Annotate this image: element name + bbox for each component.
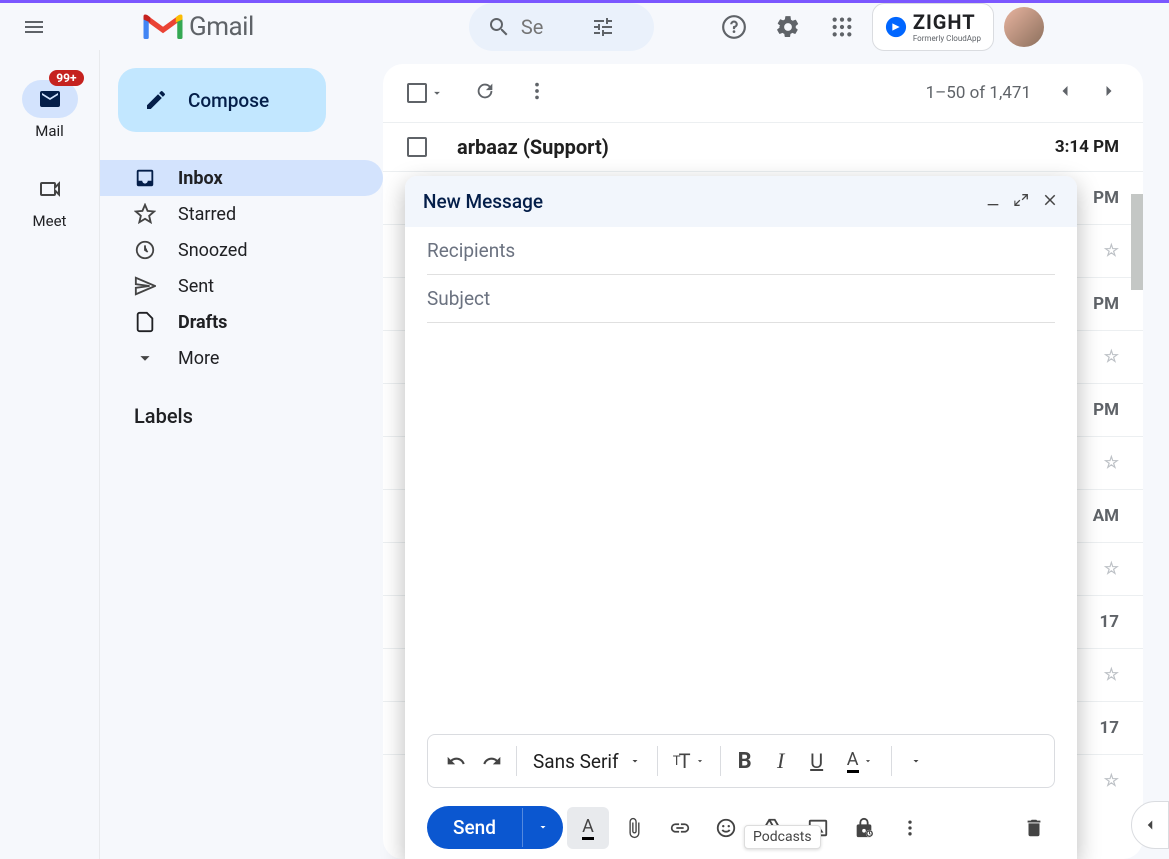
labels-header: Labels bbox=[100, 376, 383, 428]
help-icon[interactable] bbox=[714, 7, 754, 47]
format-more-button[interactable] bbox=[898, 743, 934, 779]
formatting-toggle-button[interactable]: A bbox=[567, 807, 609, 849]
next-page-button[interactable] bbox=[1099, 81, 1119, 106]
star-icon[interactable]: ☆ bbox=[1104, 559, 1119, 579]
select-all-checkbox[interactable] bbox=[407, 83, 444, 103]
refresh-button[interactable] bbox=[474, 80, 496, 106]
row-checkbox[interactable] bbox=[407, 137, 427, 157]
meet-icon bbox=[22, 170, 78, 208]
subject-field[interactable]: Subject bbox=[427, 275, 1055, 323]
nav-drafts[interactable]: Drafts bbox=[100, 304, 383, 340]
zight-sub: Formerly CloudApp bbox=[913, 34, 981, 43]
redo-button[interactable] bbox=[474, 743, 510, 779]
compose-title: New Message bbox=[423, 190, 543, 213]
star-icon[interactable]: ☆ bbox=[1104, 347, 1119, 367]
account-avatar[interactable] bbox=[1004, 7, 1044, 47]
search-options-icon[interactable] bbox=[581, 15, 625, 39]
more-actions-button[interactable] bbox=[526, 80, 548, 106]
send-button[interactable]: Send bbox=[427, 806, 522, 849]
chevron-down-icon[interactable] bbox=[430, 86, 444, 100]
compose-label: Compose bbox=[188, 89, 269, 112]
font-size-button[interactable]: TT bbox=[664, 743, 714, 779]
prev-page-button[interactable] bbox=[1055, 81, 1075, 106]
compose-body[interactable] bbox=[405, 323, 1077, 734]
mail-icon: 99+ bbox=[22, 80, 78, 118]
nav-sent[interactable]: Sent bbox=[100, 268, 383, 304]
chevron-down-icon bbox=[134, 347, 156, 369]
gmail-wordmark: Gmail bbox=[189, 12, 254, 42]
main-menu-button[interactable] bbox=[10, 3, 58, 51]
nav-starred[interactable]: Starred bbox=[100, 196, 383, 232]
search-bar[interactable] bbox=[469, 3, 654, 51]
star-icon[interactable]: ☆ bbox=[1104, 453, 1119, 473]
pencil-icon bbox=[144, 88, 168, 112]
mail-sender: arbaaz (Support) bbox=[457, 135, 1025, 159]
apps-icon[interactable] bbox=[822, 7, 862, 47]
nav-inbox[interactable]: Inbox bbox=[100, 160, 383, 196]
clock-icon bbox=[134, 239, 156, 261]
zight-name: ZIGHT bbox=[913, 10, 981, 34]
text-color-button[interactable]: A bbox=[835, 743, 885, 779]
settings-icon[interactable] bbox=[768, 7, 808, 47]
rail-mail[interactable]: 99+ Mail bbox=[22, 80, 78, 140]
star-icon bbox=[134, 203, 156, 225]
send-options-button[interactable] bbox=[522, 808, 563, 847]
star-icon[interactable]: ☆ bbox=[1104, 665, 1119, 685]
inbox-icon bbox=[134, 167, 156, 189]
scrollbar[interactable] bbox=[1131, 194, 1143, 290]
confidential-mode-button[interactable] bbox=[843, 807, 885, 849]
font-family-select[interactable]: Sans Serif bbox=[523, 750, 651, 773]
nav-more[interactable]: More bbox=[100, 340, 383, 376]
compose-more-button[interactable] bbox=[889, 807, 931, 849]
compose-button[interactable]: Compose bbox=[118, 68, 326, 132]
undo-button[interactable] bbox=[438, 743, 474, 779]
minimize-icon[interactable] bbox=[985, 192, 1001, 212]
recipients-field[interactable]: Recipients bbox=[427, 227, 1055, 275]
page-range: 1–50 of 1,471 bbox=[926, 83, 1031, 103]
mail-row[interactable]: arbaaz (Support) 3:14 PM bbox=[383, 122, 1143, 171]
insert-emoji-button[interactable] bbox=[705, 807, 747, 849]
nav-snoozed[interactable]: Snoozed bbox=[100, 232, 383, 268]
send-icon bbox=[134, 275, 156, 297]
close-icon[interactable] bbox=[1041, 191, 1059, 213]
compose-window: New Message Recipients Subject Sans Seri… bbox=[405, 176, 1077, 859]
search-input[interactable] bbox=[521, 15, 581, 39]
underline-button[interactable]: U bbox=[799, 743, 835, 779]
mail-badge: 99+ bbox=[49, 70, 83, 86]
attach-file-button[interactable] bbox=[613, 807, 655, 849]
tooltip: Podcasts bbox=[744, 825, 821, 849]
mail-time: 3:14 PM bbox=[1055, 137, 1119, 157]
zight-logo-icon bbox=[885, 16, 907, 38]
search-icon[interactable] bbox=[477, 15, 521, 39]
insert-link-button[interactable] bbox=[659, 807, 701, 849]
italic-button[interactable]: I bbox=[763, 743, 799, 779]
star-icon[interactable]: ☆ bbox=[1104, 241, 1119, 261]
fullscreen-icon[interactable] bbox=[1013, 192, 1029, 212]
discard-draft-button[interactable] bbox=[1013, 807, 1055, 849]
gmail-logo[interactable]: Gmail bbox=[143, 12, 254, 42]
bold-button[interactable]: B bbox=[727, 743, 763, 779]
zight-extension[interactable]: ZIGHT Formerly CloudApp bbox=[872, 3, 994, 51]
file-icon bbox=[134, 311, 156, 333]
star-icon[interactable]: ☆ bbox=[1104, 771, 1119, 791]
rail-meet[interactable]: Meet bbox=[22, 170, 78, 230]
